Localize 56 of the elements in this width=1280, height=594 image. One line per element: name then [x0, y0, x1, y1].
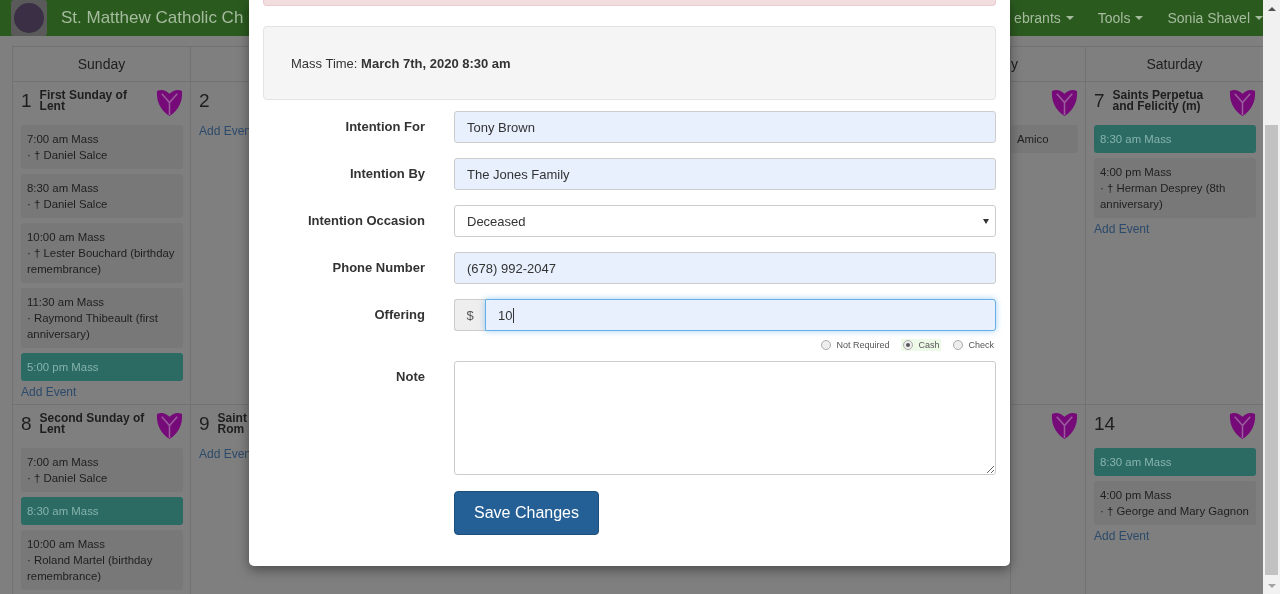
- field-label: Note: [395, 368, 425, 386]
- day-number: 14: [1094, 412, 1116, 435]
- mass-event[interactable]: 4:00 pm Mass · † Herman Desprey (8th anniversary): [1094, 158, 1256, 218]
- payment-option[interactable]: Not Required: [819, 339, 892, 351]
- mass-event[interactable]: 8:30 am Mass: [21, 497, 183, 525]
- select-field[interactable]: Deceased: [454, 205, 996, 237]
- mass-event[interactable]: 8:30 am Mass: [1094, 125, 1256, 153]
- text-field[interactable]: The Jones Family: [454, 158, 996, 190]
- radio-button[interactable]: [821, 340, 832, 350]
- day-number: 1: [21, 89, 32, 112]
- text-field[interactable]: Tony Brown: [454, 111, 996, 143]
- field-label: Intention By: [348, 165, 425, 183]
- day-header-cell: y: [1011, 46, 1085, 82]
- field-label: Phone Number: [331, 259, 425, 277]
- field-label: Offering: [373, 306, 425, 324]
- offering-field[interactable]: 10: [485, 299, 996, 331]
- day-number: 9: [199, 412, 210, 435]
- day-number: 7: [1094, 89, 1105, 112]
- feast-title: Second Sunday of Lent: [39, 411, 146, 435]
- nav-menu[interactable]: ebrants: [1014, 10, 1086, 26]
- day-header-cell: Saturday: [1086, 46, 1263, 82]
- nav-menu[interactable]: Tools: [1085, 10, 1156, 26]
- text-field[interactable]: (678) 992-2047: [454, 252, 996, 284]
- feast-title: First Sunday of Lent: [39, 88, 128, 112]
- scrollbar-thumb[interactable]: [1265, 125, 1278, 575]
- mass-event[interactable]: 4:00 pm Mass · † George and Mary Gagnon: [1094, 481, 1256, 525]
- add-event-link[interactable]: Add Event: [21, 385, 77, 399]
- mass-event[interactable]: 7:00 am Mass · † Daniel Salce: [21, 448, 183, 492]
- radio-button[interactable]: [953, 340, 964, 350]
- currency-addon: $: [454, 299, 485, 331]
- radio-button[interactable]: [903, 340, 914, 350]
- mass-time-text: Mass Time: March 7th, 2020 8:30 am: [291, 55, 511, 71]
- brand-title[interactable]: St. Matthew Catholic Ch: [61, 8, 244, 28]
- field-label: Intention For: [344, 118, 425, 136]
- mass-event[interactable]: 11:30 am Mass · Raymond Thibeault (first anniversary): [21, 288, 183, 348]
- save-button[interactable]: Save Changes: [454, 491, 599, 535]
- mass-event[interactable]: 10:00 am Mass · † Lester Bouchard (birthday remembrance): [21, 223, 183, 283]
- payment-option[interactable]: Cash: [901, 339, 942, 351]
- mass-event[interactable]: 5:00 pm Mass: [21, 353, 183, 381]
- day-number: 2: [199, 89, 210, 112]
- church-logo[interactable]: [11, 0, 47, 36]
- note-field[interactable]: [454, 361, 996, 475]
- add-event-link[interactable]: Add Event: [1094, 222, 1150, 236]
- field-label: Intention Occasion: [307, 212, 425, 230]
- mass-event[interactable]: 10:00 am Mass · Roland Martel (birthday remembrance): [21, 530, 183, 590]
- mass-event[interactable]: 7:00 am Mass · † Daniel Salce: [21, 125, 183, 169]
- caret-icon: [983, 218, 989, 224]
- feast-title: Saint Rom: [217, 411, 247, 435]
- mass-event[interactable]: 8:30 am Mass: [1094, 448, 1256, 476]
- payment-option[interactable]: Check: [951, 339, 996, 351]
- feast-title: Saints Perpetua and Felicity (m): [1112, 88, 1205, 112]
- mass-event[interactable]: Amico: [1011, 125, 1078, 153]
- add-event-link[interactable]: Add Event: [1094, 529, 1150, 543]
- day-header-cell: Sunday: [13, 46, 190, 82]
- mass-event[interactable]: 8:30 am Mass · † Daniel Salce: [21, 174, 183, 218]
- day-number: 8: [21, 412, 32, 435]
